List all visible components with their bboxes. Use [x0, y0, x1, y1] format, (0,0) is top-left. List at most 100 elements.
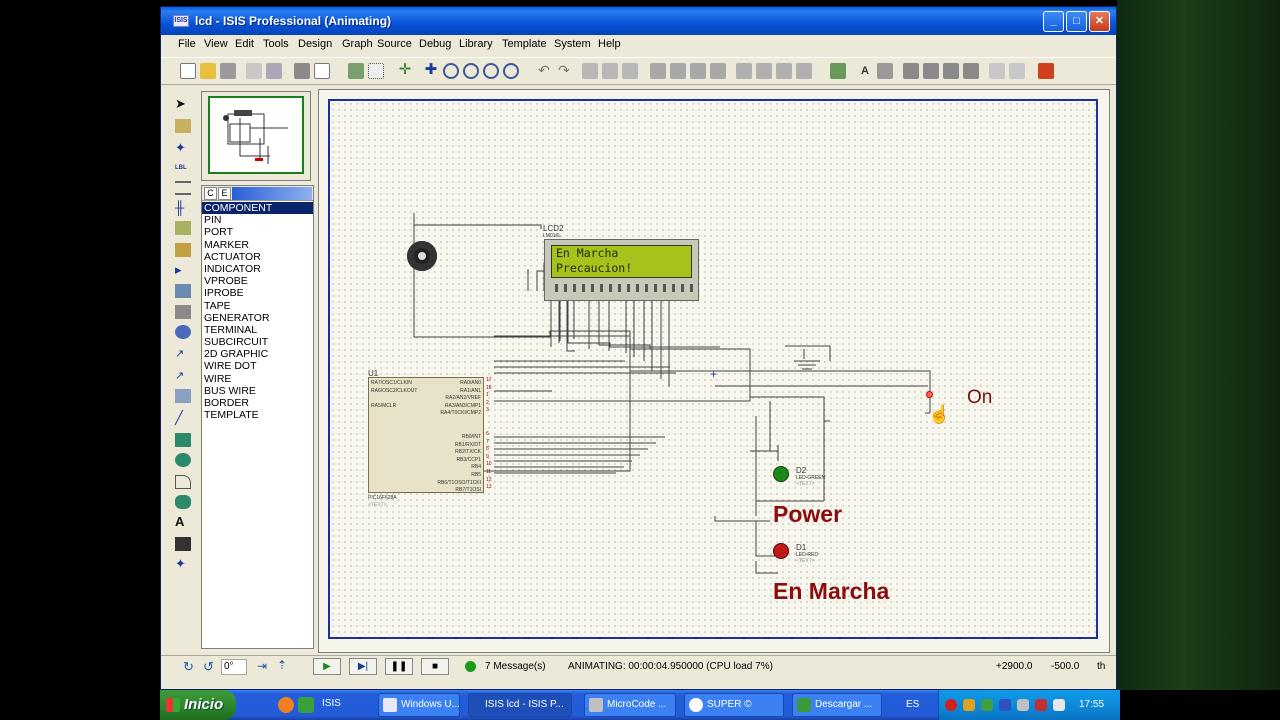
selector-item-component[interactable]: COMPONENT	[202, 202, 313, 215]
device-pins-icon[interactable]: ▸	[175, 263, 191, 277]
grid-icon[interactable]	[368, 63, 384, 79]
export-icon[interactable]	[266, 63, 282, 79]
search-tag-icon[interactable]: A	[857, 63, 873, 79]
pause-button[interactable]: ❚❚	[385, 658, 413, 675]
title-bar[interactable]: ISIS lcd - ISIS Professional (Animating)…	[161, 7, 1116, 35]
selector-item-port[interactable]: PORT	[202, 226, 313, 238]
selector-item-bus-wire[interactable]: BUS WIRE	[202, 385, 313, 397]
packaging-icon[interactable]	[776, 63, 792, 79]
led-green-icon[interactable]	[773, 466, 789, 482]
task-descargar[interactable]: Descargar ...	[792, 693, 882, 717]
line-icon[interactable]: ╱	[175, 411, 191, 425]
redo-icon[interactable]: ↷	[556, 63, 572, 79]
selector-tab-e[interactable]: E	[218, 187, 231, 200]
step-button[interactable]: ▶|	[349, 658, 377, 675]
selector-item-border[interactable]: BORDER	[202, 397, 313, 409]
selector-tab-c[interactable]: C	[204, 187, 217, 200]
buzzer-icon[interactable]	[407, 241, 437, 271]
arc-icon[interactable]	[175, 475, 191, 489]
rotate-cw-icon[interactable]: ↻	[183, 660, 194, 673]
switch-contact-icon[interactable]	[926, 391, 933, 398]
decompose-icon[interactable]	[796, 63, 812, 79]
selector-item-wire[interactable]: WIRE	[202, 373, 313, 385]
tray-usb-icon[interactable]	[1053, 699, 1065, 711]
tray-update-icon[interactable]	[1035, 699, 1047, 711]
selector-item-vprobe[interactable]: VPROBE	[202, 275, 313, 287]
wire-autorouter-icon[interactable]	[830, 63, 846, 79]
stop-button[interactable]: ■	[421, 658, 449, 675]
selector-item-indicator[interactable]: INDICATOR	[202, 263, 313, 275]
print-icon[interactable]	[294, 63, 310, 79]
mirror-x-icon[interactable]: ⇥	[257, 660, 267, 673]
block-rotate-icon[interactable]	[690, 63, 706, 79]
tray-antivirus-icon[interactable]	[945, 699, 957, 711]
virtual-instruments-icon[interactable]	[175, 389, 191, 403]
selector-item-template[interactable]: TEMPLATE	[202, 409, 313, 421]
selector-item-terminal[interactable]: TERMINAL	[202, 324, 313, 336]
remove-sheet-icon[interactable]	[923, 63, 939, 79]
bus-icon[interactable]: ╫	[175, 201, 191, 215]
menu-system[interactable]: System	[554, 38, 591, 50]
task-isis[interactable]: ISIS lcd - ISIS P...	[468, 693, 572, 717]
minimize-button[interactable]: _	[1043, 11, 1064, 32]
quicklaunch-app-icon[interactable]	[298, 697, 314, 713]
marker-icon[interactable]: ✦	[175, 557, 191, 571]
selector-item-pin[interactable]: PIN	[202, 214, 313, 226]
selector-item-iprobe[interactable]: IPROBE	[202, 287, 313, 299]
rotate-ccw-icon[interactable]: ↺	[203, 660, 214, 673]
play-button[interactable]: ▶	[313, 658, 341, 675]
rotation-field[interactable]: 0°	[221, 659, 247, 675]
zoom-all-icon[interactable]	[483, 63, 499, 79]
menu-help[interactable]: Help	[598, 38, 621, 50]
tape-recorder-icon[interactable]	[175, 305, 191, 319]
graph-mode-icon[interactable]	[175, 284, 191, 298]
save-icon[interactable]	[220, 63, 236, 79]
copy-icon[interactable]	[602, 63, 618, 79]
schematic-sheet[interactable]: LCD2 LM016L En Marcha Precaucion! U1 RA7…	[328, 99, 1098, 639]
text-tool-icon[interactable]: A	[175, 515, 191, 529]
selection-mode-icon[interactable]: ➤	[175, 97, 191, 111]
refresh-icon[interactable]	[348, 63, 364, 79]
closed-path-icon[interactable]	[175, 495, 191, 509]
maximize-button[interactable]: □	[1066, 11, 1087, 32]
task-windows-update[interactable]: Windows U...	[378, 693, 460, 717]
zoom-in-icon[interactable]	[443, 63, 459, 79]
component-mode-icon[interactable]	[175, 119, 191, 133]
exit-parent-icon[interactable]	[943, 63, 959, 79]
cut-icon[interactable]	[582, 63, 598, 79]
tray-network-icon[interactable]	[981, 699, 993, 711]
led-red-icon[interactable]	[773, 543, 789, 559]
paste-icon[interactable]	[622, 63, 638, 79]
bom-report-icon[interactable]	[963, 63, 979, 79]
open-folder-icon[interactable]	[200, 63, 216, 79]
menu-edit[interactable]: Edit	[235, 38, 254, 50]
selector-item-subcircuit[interactable]: SUBCIRCUIT	[202, 336, 313, 348]
wire-label-icon[interactable]: LBL	[175, 161, 191, 175]
new-file-icon[interactable]	[180, 63, 196, 79]
subcircuit-icon[interactable]	[175, 221, 191, 235]
block-move-icon[interactable]	[670, 63, 686, 79]
make-device-icon[interactable]	[756, 63, 772, 79]
symbol-icon[interactable]	[175, 537, 191, 551]
menu-template[interactable]: Template	[502, 38, 547, 50]
print-area-icon[interactable]	[314, 63, 330, 79]
selector-item-2d-graphic[interactable]: 2D GRAPHIC	[202, 348, 313, 360]
menu-library[interactable]: Library	[459, 38, 493, 50]
mirror-y-icon[interactable]: ⇡	[277, 659, 287, 672]
language-indicator[interactable]: ES	[906, 699, 919, 710]
generator-icon[interactable]	[175, 325, 191, 339]
circle-icon[interactable]	[175, 453, 191, 467]
tray-app-icon[interactable]	[963, 699, 975, 711]
quicklaunch-isis[interactable]: ISIS	[322, 698, 341, 709]
selector-item-actuator[interactable]: ACTUATOR	[202, 251, 313, 263]
voltage-probe-icon[interactable]: ↗	[175, 347, 191, 361]
overview-window[interactable]	[201, 91, 311, 181]
import-icon[interactable]	[246, 63, 262, 79]
menu-source[interactable]: Source	[377, 38, 412, 50]
undo-icon[interactable]: ↶	[536, 63, 552, 79]
start-button[interactable]: Inicio	[160, 690, 236, 720]
origin-icon[interactable]: ✛	[397, 62, 413, 79]
selector-item-generator[interactable]: GENERATOR	[202, 312, 313, 324]
tray-bluetooth-icon[interactable]	[999, 699, 1011, 711]
zoom-out-icon[interactable]	[463, 63, 479, 79]
